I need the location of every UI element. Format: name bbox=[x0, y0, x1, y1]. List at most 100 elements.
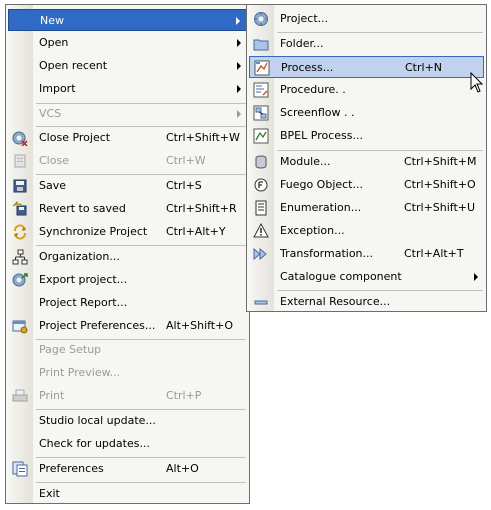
submenu-arrow-icon bbox=[474, 273, 478, 281]
menu-item-shortcut: Ctrl+Shift+W bbox=[166, 131, 240, 144]
menu-item-shortcut: Ctrl+W bbox=[166, 154, 206, 167]
process-icon bbox=[254, 60, 270, 76]
fuego-object-icon bbox=[253, 177, 269, 193]
menu-item-vcs: VCS bbox=[8, 103, 247, 125]
project-preferences-icon bbox=[12, 318, 28, 334]
menu-item-label: Close bbox=[39, 154, 69, 167]
submenu-item-exception[interactable]: Exception... bbox=[249, 220, 484, 242]
menu-item-studio-local-update[interactable]: Studio local update... bbox=[8, 410, 247, 432]
menu-item-label: Open bbox=[39, 36, 69, 49]
submenu-item-screenflow[interactable]: Screenflow . . bbox=[249, 102, 484, 124]
transformation-icon bbox=[253, 246, 269, 262]
menu-item-print-preview: Print Preview... bbox=[8, 362, 247, 384]
submenu-arrow-icon bbox=[237, 110, 241, 118]
menu-item-label: Open recent bbox=[39, 59, 108, 72]
procedure-icon bbox=[253, 82, 269, 98]
close-document-icon bbox=[12, 153, 28, 169]
submenu-item-project[interactable]: Project... bbox=[249, 8, 484, 30]
menu-item-label: Exit bbox=[39, 487, 60, 500]
menu-item-label: Fuego Object... bbox=[280, 178, 363, 191]
menu-item-label: Studio local update... bbox=[39, 414, 156, 427]
submenu-item-enumeration[interactable]: Enumeration... Ctrl+Shift+U bbox=[249, 197, 484, 219]
menu-item-shortcut: Ctrl+N bbox=[405, 61, 443, 74]
submenu-item-folder[interactable]: Folder... bbox=[249, 33, 484, 55]
submenu-item-bpel-process[interactable]: BPEL Process... bbox=[249, 125, 484, 147]
preferences-icon bbox=[12, 461, 28, 477]
menu-item-shortcut: Alt+O bbox=[166, 462, 199, 475]
menu-item-label: Exception... bbox=[280, 224, 345, 237]
floppy-disk-icon bbox=[12, 178, 28, 194]
menu-item-project-preferences[interactable]: Project Preferences... Alt+Shift+O bbox=[8, 315, 247, 337]
module-icon bbox=[253, 154, 269, 170]
new-submenu: Project... Folder... Process... Ctrl+N P… bbox=[246, 4, 487, 312]
export-icon bbox=[12, 272, 28, 288]
menu-item-open-recent[interactable]: Open recent bbox=[8, 55, 247, 77]
menu-item-print: Print Ctrl+P bbox=[8, 385, 247, 407]
submenu-item-module[interactable]: Module... Ctrl+Shift+M bbox=[249, 151, 484, 173]
submenu-item-process[interactable]: Process... Ctrl+N bbox=[249, 56, 484, 78]
menu-item-shortcut: Ctrl+Shift+O bbox=[404, 178, 476, 191]
enumeration-icon bbox=[253, 200, 269, 216]
menu-item-import[interactable]: Import bbox=[8, 78, 247, 100]
folder-icon bbox=[253, 36, 269, 52]
submenu-arrow-icon bbox=[236, 17, 240, 25]
submenu-item-transformation[interactable]: Transformation... Ctrl+Alt+T bbox=[249, 243, 484, 265]
menu-item-open[interactable]: Open bbox=[8, 32, 247, 54]
menu-item-label: Check for updates... bbox=[39, 437, 150, 450]
menu-item-shortcut: Ctrl+Shift+M bbox=[404, 155, 477, 168]
printer-icon bbox=[12, 388, 28, 404]
menu-item-save[interactable]: Save Ctrl+S bbox=[8, 175, 247, 197]
menu-item-label: VCS bbox=[39, 107, 62, 120]
menu-item-export-project[interactable]: Export project... bbox=[8, 269, 247, 291]
submenu-item-catalogue-component[interactable]: Catalogue component bbox=[249, 266, 484, 288]
menu-item-check-for-updates[interactable]: Check for updates... bbox=[8, 433, 247, 455]
menu-item-label: Folder... bbox=[280, 37, 324, 50]
menu-item-close-project[interactable]: Close Project Ctrl+Shift+W bbox=[8, 127, 247, 149]
project-icon bbox=[253, 11, 269, 27]
menu-item-shortcut: Alt+Shift+O bbox=[166, 319, 233, 332]
organization-tree-icon bbox=[12, 249, 28, 265]
submenu-item-fuego-object[interactable]: Fuego Object... Ctrl+Shift+O bbox=[249, 174, 484, 196]
menu-item-label: Revert to saved bbox=[39, 202, 126, 215]
submenu-item-procedure[interactable]: Procedure. . bbox=[249, 79, 484, 101]
menu-item-label: Page Setup bbox=[39, 343, 102, 356]
menu-item-label: Close Project bbox=[39, 131, 111, 144]
external-resource-icon bbox=[253, 294, 269, 310]
menu-item-label: Export project... bbox=[39, 273, 128, 286]
menu-item-shortcut: Ctrl+Shift+R bbox=[166, 202, 237, 215]
bpel-process-icon bbox=[253, 128, 269, 144]
close-project-icon bbox=[12, 130, 28, 146]
menu-item-shortcut: Ctrl+P bbox=[166, 389, 202, 402]
screenflow-icon bbox=[253, 105, 269, 121]
menu-item-exit[interactable]: Exit bbox=[8, 483, 247, 505]
menu-item-label: Project... bbox=[280, 12, 329, 25]
menu-item-label: Preferences bbox=[39, 462, 104, 475]
menu-item-shortcut: Ctrl+Alt+T bbox=[404, 247, 464, 260]
menu-item-label: Procedure. . bbox=[280, 83, 346, 96]
menu-item-label: Print bbox=[39, 389, 65, 402]
submenu-item-external-resource[interactable]: External Resource... bbox=[249, 291, 484, 313]
menu-item-label: Project Report... bbox=[39, 296, 128, 309]
menu-item-label: Module... bbox=[280, 155, 331, 168]
menu-item-shortcut: Ctrl+Shift+U bbox=[404, 201, 476, 214]
submenu-arrow-icon bbox=[237, 39, 241, 47]
menu-item-label: Enumeration... bbox=[280, 201, 362, 214]
menu-item-organization[interactable]: Organization... bbox=[8, 246, 247, 268]
synchronize-icon bbox=[12, 224, 28, 240]
menu-item-new[interactable]: New bbox=[8, 9, 247, 31]
submenu-arrow-icon bbox=[237, 62, 241, 70]
mouse-cursor-icon bbox=[470, 72, 484, 93]
menu-item-label: Synchronize Project bbox=[39, 225, 148, 238]
menu-item-revert-to-saved[interactable]: Revert to saved Ctrl+Shift+R bbox=[8, 198, 247, 220]
menu-item-project-report[interactable]: Project Report... bbox=[8, 292, 247, 314]
menu-item-label: Screenflow . . bbox=[280, 106, 355, 119]
menu-item-label: BPEL Process... bbox=[280, 129, 363, 142]
menu-item-preferences[interactable]: Preferences Alt+O bbox=[8, 458, 247, 480]
menu-item-label: External Resource... bbox=[280, 295, 391, 308]
menu-item-close: Close Ctrl+W bbox=[8, 150, 247, 172]
file-menu: New Open Open recent Import VCS Close Pr… bbox=[5, 4, 250, 504]
menu-item-label: Transformation... bbox=[280, 247, 374, 260]
menu-item-synchronize-project[interactable]: Synchronize Project Ctrl+Alt+Y bbox=[8, 221, 247, 243]
menu-item-shortcut: Ctrl+S bbox=[166, 179, 202, 192]
menu-item-page-setup: Page Setup bbox=[8, 339, 247, 361]
